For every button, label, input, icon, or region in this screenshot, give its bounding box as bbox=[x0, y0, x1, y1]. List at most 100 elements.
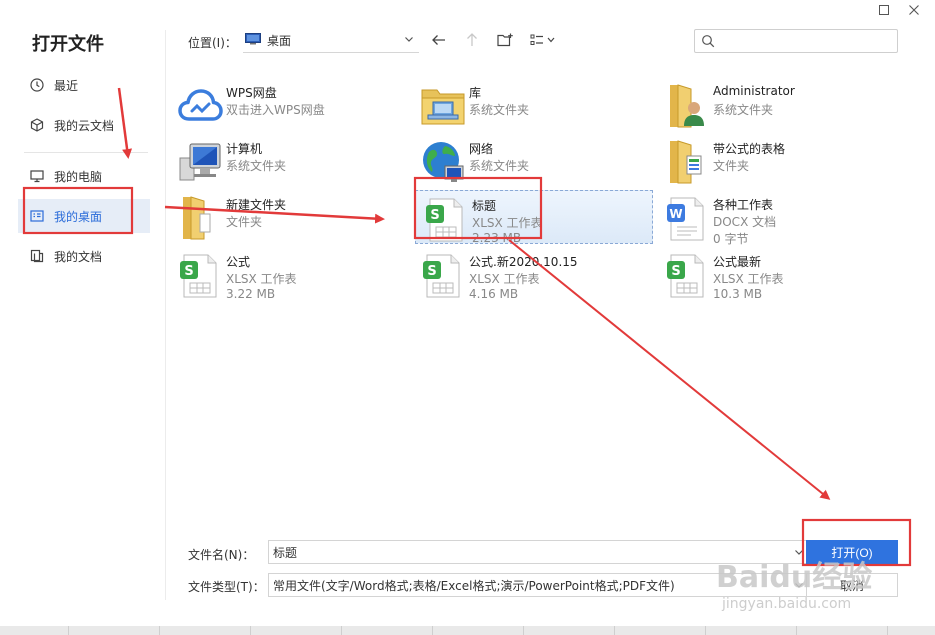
location-dropdown[interactable]: 桌面 bbox=[243, 29, 419, 53]
chevron-down-icon bbox=[403, 33, 415, 48]
file-item-new-folder[interactable]: 新建文件夹 文件夹 bbox=[170, 190, 408, 244]
sidebar-separator bbox=[165, 30, 166, 600]
file-size: 3.22 MB bbox=[226, 287, 276, 301]
file-item-administrator[interactable]: Administrator 系统文件夹 bbox=[657, 78, 895, 132]
svg-text:S: S bbox=[427, 264, 436, 279]
file-item-title-xlsx[interactable]: S 标题 XLSX 工作表 2.23 MB bbox=[415, 190, 653, 245]
file-size: 10.3 MB bbox=[713, 287, 763, 301]
svg-text:S: S bbox=[184, 264, 193, 279]
arrow-left-icon bbox=[431, 33, 447, 50]
file-type: 系统文件夹 bbox=[713, 103, 774, 117]
sidebar-item-label: 我的电脑 bbox=[54, 169, 103, 184]
baidu-watermark: Baidu经验 bbox=[716, 560, 873, 595]
clock-icon bbox=[30, 78, 44, 92]
file-type: DOCX 文档 bbox=[713, 215, 777, 229]
monitor-icon bbox=[30, 169, 44, 183]
file-type: 文件夹 bbox=[226, 215, 263, 229]
search-box[interactable] bbox=[694, 29, 898, 53]
file-name: 带公式的表格 bbox=[713, 142, 786, 156]
file-type: 系统文件夹 bbox=[469, 103, 530, 117]
file-name: 网络 bbox=[469, 142, 494, 156]
sidebar-item-label: 最近 bbox=[54, 78, 79, 93]
sidebar-item-my-computer[interactable]: 我的电脑 bbox=[18, 159, 150, 193]
maximize-button[interactable] bbox=[875, 2, 893, 20]
file-name: 各种工作表 bbox=[713, 198, 774, 212]
file-size: 2.23 MB bbox=[472, 231, 522, 245]
file-type: 系统文件夹 bbox=[469, 159, 530, 173]
maximize-icon bbox=[878, 4, 890, 19]
file-type: XLSX 工作表 bbox=[713, 272, 784, 286]
file-item-network[interactable]: 网络 系统文件夹 bbox=[413, 134, 651, 188]
sidebar: 打开文件 最近 我的云文档 我的电脑 我的桌面 我的文档 bbox=[0, 0, 165, 626]
new-folder-button[interactable] bbox=[493, 29, 517, 53]
file-item-formula-folder[interactable]: 带公式的表格 文件夹 bbox=[657, 134, 895, 188]
file-type: XLSX 工作表 bbox=[469, 272, 540, 286]
filetype-value: 常用文件(文字/Word格式;表格/Excel格式;演示/PowerPoint格… bbox=[273, 578, 675, 593]
sidebar-item-label: 我的云文档 bbox=[54, 118, 115, 133]
file-name: 公式.新2020.10.15 bbox=[469, 255, 578, 269]
network-globe-icon bbox=[419, 138, 467, 186]
xlsx-file-icon: S bbox=[419, 251, 467, 299]
xlsx-file-icon: S bbox=[422, 195, 470, 243]
desktop-location-icon bbox=[245, 33, 261, 48]
arrow-up-icon bbox=[465, 32, 479, 51]
file-type: XLSX 工作表 bbox=[472, 216, 543, 230]
file-item-formula-latest-xlsx[interactable]: S 公式最新 XLSX 工作表 10.3 MB bbox=[657, 247, 895, 301]
sidebar-item-my-desktop[interactable]: 我的桌面 bbox=[18, 199, 150, 233]
search-icon bbox=[701, 34, 715, 51]
file-item-formula-xlsx[interactable]: S 公式 XLSX 工作表 3.22 MB bbox=[170, 247, 408, 301]
file-name: 公式最新 bbox=[713, 255, 762, 269]
file-name: 标题 bbox=[472, 199, 497, 213]
up-button[interactable] bbox=[460, 29, 484, 53]
baidu-watermark-url: jingyan.baidu.com bbox=[722, 596, 852, 612]
file-item-library[interactable]: 库 系统文件夹 bbox=[413, 78, 651, 132]
search-input[interactable] bbox=[721, 32, 891, 50]
dialog-title: 打开文件 bbox=[32, 34, 104, 55]
location-value: 桌面 bbox=[267, 34, 292, 48]
file-type: 双击进入WPS网盘 bbox=[226, 103, 325, 117]
location-label: 位置(I)： bbox=[188, 36, 237, 50]
xlsx-file-icon: S bbox=[176, 251, 224, 299]
library-folder-icon bbox=[419, 82, 467, 130]
folder-icon bbox=[663, 138, 711, 186]
file-item-worksheets-docx[interactable]: W 各种工作表 DOCX 文档 0 字节 bbox=[657, 190, 895, 246]
xlsx-file-icon: S bbox=[663, 251, 711, 299]
file-name: WPS网盘 bbox=[226, 86, 277, 100]
docx-file-icon: W bbox=[663, 194, 711, 242]
sidebar-item-my-documents[interactable]: 我的文档 bbox=[18, 239, 150, 273]
file-name: Administrator bbox=[713, 84, 795, 98]
file-item-formula-new-xlsx[interactable]: S 公式.新2020.10.15 XLSX 工作表 4.16 MB bbox=[413, 247, 651, 301]
close-icon bbox=[908, 4, 920, 19]
file-name: 公式 bbox=[226, 255, 251, 269]
file-type: 文件夹 bbox=[713, 159, 750, 173]
file-size: 4.16 MB bbox=[469, 287, 519, 301]
file-name: 新建文件夹 bbox=[226, 198, 287, 212]
view-mode-button[interactable] bbox=[528, 29, 560, 53]
filename-value: 标题 bbox=[273, 545, 298, 560]
sidebar-item-label: 我的文档 bbox=[54, 249, 103, 264]
sidebar-item-cloud-docs[interactable]: 我的云文档 bbox=[18, 108, 150, 142]
computer-icon bbox=[176, 138, 224, 186]
wps-cloud-icon bbox=[176, 82, 224, 130]
sidebar-item-recent[interactable]: 最近 bbox=[18, 68, 150, 102]
user-folder-icon bbox=[663, 82, 711, 130]
background-spreadsheet-strip bbox=[0, 626, 935, 635]
file-type: XLSX 工作表 bbox=[226, 272, 297, 286]
file-item-computer[interactable]: 计算机 系统文件夹 bbox=[170, 134, 408, 188]
svg-text:S: S bbox=[430, 208, 439, 223]
file-name: 计算机 bbox=[226, 142, 263, 156]
new-folder-icon bbox=[497, 33, 513, 50]
view-list-icon bbox=[530, 33, 558, 50]
file-item-wps-cloud[interactable]: WPS网盘 双击进入WPS网盘 bbox=[170, 78, 408, 132]
file-name: 库 bbox=[469, 86, 482, 100]
filename-label: 文件名(N)： bbox=[188, 548, 255, 562]
folder-icon bbox=[176, 194, 224, 242]
open-file-dialog: 打开文件 最近 我的云文档 我的电脑 我的桌面 我的文档 位置(I)： 桌面 W… bbox=[0, 0, 935, 626]
cloud-cube-icon bbox=[30, 118, 44, 132]
desktop-icon bbox=[30, 209, 44, 223]
file-type: 系统文件夹 bbox=[226, 159, 287, 173]
close-button[interactable] bbox=[905, 2, 923, 20]
back-button[interactable] bbox=[427, 29, 451, 53]
file-size: 0 字节 bbox=[713, 232, 749, 246]
svg-text:S: S bbox=[671, 264, 680, 279]
